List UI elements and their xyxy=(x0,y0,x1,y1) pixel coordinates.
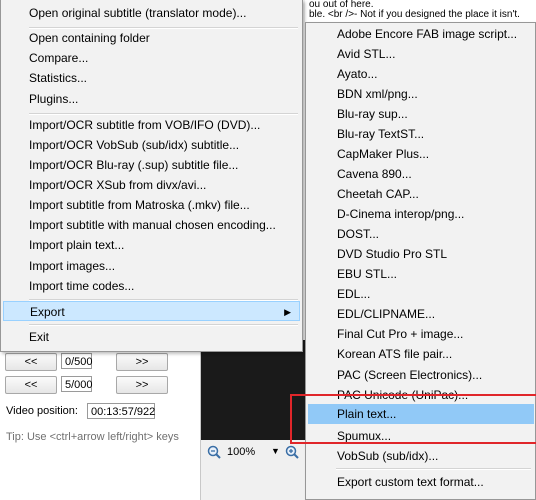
export-item-vobsub[interactable]: VobSub (sub/idx)... xyxy=(308,446,534,466)
export-item-dost[interactable]: DOST... xyxy=(308,224,534,244)
video-position-label: Video position: xyxy=(6,405,78,417)
menu-separator xyxy=(29,324,298,326)
menu-item-plugins[interactable]: Plugins... xyxy=(3,89,300,109)
navigation-panel: << 0/500 >> << 5/000 >> Video position: … xyxy=(0,340,201,500)
zoom-in-icon[interactable] xyxy=(285,445,299,462)
tip-text: Tip: Use <ctrl+arrow left/right> keys xyxy=(6,431,179,443)
file-menu: Open original subtitle (translator mode)… xyxy=(0,0,303,352)
export-item-dvd-studio-pro[interactable]: DVD Studio Pro STL xyxy=(308,244,534,264)
export-item-avid-stl[interactable]: Avid STL... xyxy=(308,44,534,64)
menu-item-exit[interactable]: Exit xyxy=(3,327,300,347)
menu-item-import-images[interactable]: Import images... xyxy=(3,256,300,276)
zoom-bar: 100% ▼ xyxy=(201,440,305,500)
export-item-ayato[interactable]: Ayato... xyxy=(308,64,534,84)
menu-item-import-plain-text[interactable]: Import plain text... xyxy=(3,235,300,255)
export-item-bdn-xml[interactable]: BDN xml/png... xyxy=(308,84,534,104)
menu-item-import-matroska[interactable]: Import subtitle from Matroska (.mkv) fil… xyxy=(3,195,300,215)
zoom-level[interactable]: 100% xyxy=(227,446,255,458)
menu-separator xyxy=(336,468,531,470)
menu-item-import-ocr-xsub[interactable]: Import/OCR XSub from divx/avi... xyxy=(3,175,300,195)
subtitle-text-line: ble. <br />- Not if you designed the pla… xyxy=(309,9,520,20)
video-position-field[interactable]: 00:13:57/922 xyxy=(87,403,155,419)
menu-item-open-containing-folder[interactable]: Open containing folder xyxy=(3,28,300,48)
menu-item-compare[interactable]: Compare... xyxy=(3,48,300,68)
zoom-out-icon[interactable] xyxy=(207,445,221,462)
export-item-capmaker[interactable]: CapMaker Plus... xyxy=(308,144,534,164)
menu-item-import-ocr-vob[interactable]: Import/OCR subtitle from VOB/IFO (DVD)..… xyxy=(3,115,300,135)
prev-subtitle-button[interactable]: << xyxy=(5,353,57,371)
prev-frame-button[interactable]: << xyxy=(5,376,57,394)
export-item-custom-text-format[interactable]: Export custom text format... xyxy=(308,472,534,492)
next-frame-button[interactable]: >> xyxy=(116,376,168,394)
export-item-korean-ats[interactable]: Korean ATS file pair... xyxy=(308,344,534,364)
next-subtitle-button[interactable]: >> xyxy=(116,353,168,371)
export-item-pac[interactable]: PAC (Screen Electronics)... xyxy=(308,365,534,385)
annotation-highlight-box xyxy=(290,394,536,444)
menu-item-import-manual-encoding[interactable]: Import subtitle with manual chosen encod… xyxy=(3,215,300,235)
export-item-cavena[interactable]: Cavena 890... xyxy=(308,164,534,184)
menu-item-export-label: Export xyxy=(30,305,65,319)
menu-item-import-ocr-vobsub[interactable]: Import/OCR VobSub (sub/idx) subtitle... xyxy=(3,135,300,155)
export-item-edl[interactable]: EDL... xyxy=(308,284,534,304)
menu-item-statistics[interactable]: Statistics... xyxy=(3,68,300,88)
subtitle-text-preview: ou out of here. ble. <br />- Not if you … xyxy=(305,0,536,22)
frame-position-field[interactable]: 5/000 xyxy=(61,376,93,392)
subtitle-position-field[interactable]: 0/500 xyxy=(61,353,93,369)
export-item-ebu-stl[interactable]: EBU STL... xyxy=(308,264,534,284)
menu-item-open-original[interactable]: Open original subtitle (translator mode)… xyxy=(3,3,300,23)
chevron-right-icon: ▶ xyxy=(284,307,291,317)
chevron-down-icon[interactable]: ▼ xyxy=(271,446,280,456)
export-item-bluray-sup[interactable]: Blu-ray sup... xyxy=(308,104,534,124)
export-item-bluray-textst[interactable]: Blu-ray TextST... xyxy=(308,124,534,144)
menu-item-import-ocr-bluray[interactable]: Import/OCR Blu-ray (.sup) subtitle file.… xyxy=(3,155,300,175)
export-item-dcinema[interactable]: D-Cinema interop/png... xyxy=(308,204,534,224)
menu-item-import-time-codes[interactable]: Import time codes... xyxy=(3,276,300,296)
export-item-edl-clipname[interactable]: EDL/CLIPNAME... xyxy=(308,304,534,324)
export-item-final-cut-pro[interactable]: Final Cut Pro + image... xyxy=(308,324,534,344)
export-item-adobe-encore[interactable]: Adobe Encore FAB image script... xyxy=(308,24,534,44)
menu-item-export[interactable]: Export ▶ xyxy=(3,301,300,321)
export-item-cheetah-cap[interactable]: Cheetah CAP... xyxy=(308,184,534,204)
